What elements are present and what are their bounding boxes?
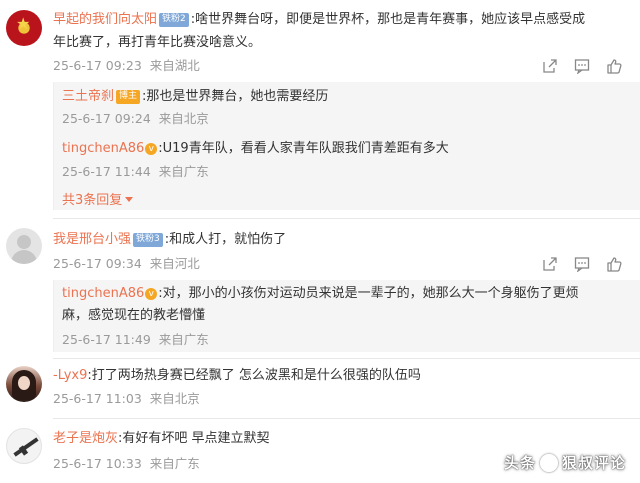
comment-text-cont: 年比赛了，再打青年比赛没啥意义。 [53, 35, 262, 50]
username[interactable]: 三土帝刹 [62, 89, 114, 104]
verified-icon: v [145, 288, 158, 300]
avatar[interactable] [6, 366, 42, 402]
username[interactable]: tingchenA86 [62, 141, 144, 156]
reply-meta: 25-6-17 11:49 来自广东 [62, 332, 209, 347]
like-icon[interactable] [598, 254, 630, 274]
comment-meta: 25-6-17 10:33 来自广东 [53, 456, 200, 471]
comment-icon[interactable] [566, 254, 598, 274]
chevron-down-icon [125, 197, 134, 202]
watermark: 头条 狠叔评论 [503, 454, 626, 472]
reply-meta: 25-6-17 09:24 来自北京 [62, 111, 209, 126]
reply-text: tingchenA86 v:对，那小的小孩伤对运动员来说是一辈子的，她那么大一个身… [62, 286, 579, 301]
avatar[interactable]: ★ [6, 10, 42, 46]
comment-meta: 25-6-17 09:23 来自湖北 [53, 58, 200, 73]
fan-badge: 铁粉2 [159, 13, 189, 27]
comment-text: 老子是炮灰:有好有坏吧 早点建立默契 [53, 431, 270, 446]
avatar[interactable] [6, 428, 42, 464]
comment-text: 我是邢台小强 铁粉3:和成人打，就怕伤了 [53, 232, 287, 247]
divider [53, 218, 640, 219]
comment-text: -Lyx9:打了两场热身赛已经飘了 怎么波黑和是什么很强的队伍吗 [53, 368, 421, 383]
comment-icon[interactable] [566, 56, 598, 76]
expand-replies-link[interactable]: 共3条回复 [62, 192, 134, 210]
username[interactable]: 早起的我们向太阳 [53, 12, 157, 27]
like-icon[interactable] [598, 56, 630, 76]
username[interactable]: 老子是炮灰 [53, 431, 118, 446]
username[interactable]: tingchenA86 [62, 286, 144, 301]
comment-actions [534, 254, 630, 274]
reply-meta: 25-6-17 11:44 来自广东 [62, 164, 209, 179]
reply-text: 三土帝刹 博主:那也是世界舞台，她也需要经历 [62, 89, 329, 104]
verified-icon: v [145, 143, 158, 155]
star-icon: ★ [16, 14, 31, 33]
avatar[interactable] [6, 228, 42, 264]
blogger-badge: 博主 [116, 90, 141, 104]
divider [53, 358, 640, 359]
reply-text: tingchenA86 v:U19青年队，看看人家青年队跟我们青差距有多大 [62, 141, 449, 156]
comment-meta: 25-6-17 11:03 来自北京 [53, 391, 200, 406]
username[interactable]: 我是邢台小强 [53, 232, 131, 247]
comment-actions [534, 56, 630, 76]
username[interactable]: -Lyx9 [53, 368, 87, 383]
divider [53, 418, 640, 419]
fan-badge: 铁粉3 [133, 233, 163, 247]
comment-text: 早起的我们向太阳 铁粉2:啥世界舞台呀，即便是世界杯，那也是青年赛事，她应该早点感… [53, 12, 586, 27]
share-icon[interactable] [534, 254, 566, 274]
reply-text-cont: 麻，感觉现在的教老懵懂 [62, 308, 206, 323]
comment-meta: 25-6-17 09:34 来自河北 [53, 256, 200, 271]
toutiao-logo-icon [539, 454, 558, 472]
share-icon[interactable] [534, 56, 566, 76]
